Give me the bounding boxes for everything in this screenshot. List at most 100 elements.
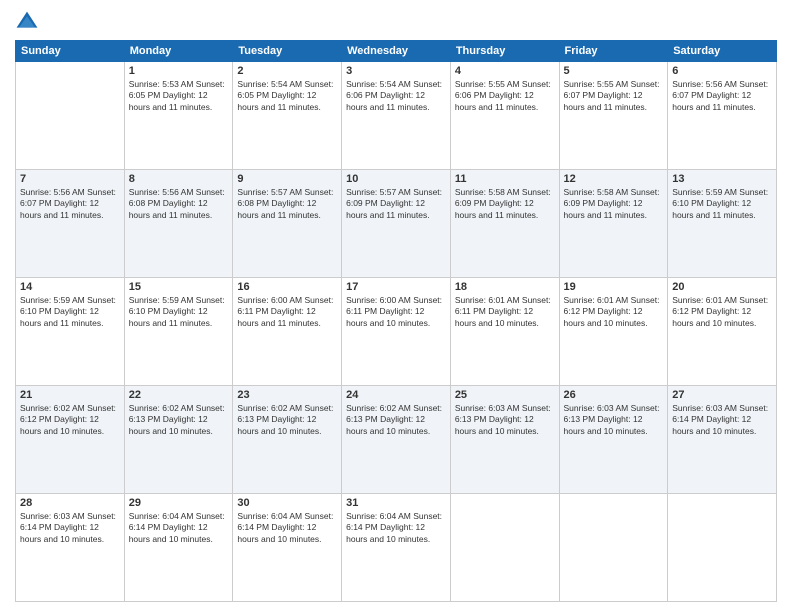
day-number: 4	[455, 65, 555, 77]
calendar-cell: 31 Sunrise: 6:04 AM Sunset: 6:14 PM Dayli…	[342, 494, 451, 602]
weekday-header-saturday: Saturday	[668, 41, 777, 62]
calendar-cell: 25 Sunrise: 6:03 AM Sunset: 6:13 PM Dayli…	[450, 386, 559, 494]
day-info: Sunrise: 6:03 AM Sunset: 6:13 PM Dayligh…	[455, 403, 555, 437]
day-number: 27	[672, 389, 772, 401]
logo-icon	[15, 10, 39, 34]
day-info: Sunrise: 5:53 AM Sunset: 6:05 PM Dayligh…	[129, 79, 229, 113]
calendar-cell: 24 Sunrise: 6:02 AM Sunset: 6:13 PM Dayli…	[342, 386, 451, 494]
day-number: 3	[346, 65, 446, 77]
day-number: 12	[564, 173, 664, 185]
calendar-cell: 12 Sunrise: 5:58 AM Sunset: 6:09 PM Dayli…	[559, 170, 668, 278]
day-info: Sunrise: 5:58 AM Sunset: 6:09 PM Dayligh…	[564, 187, 664, 221]
calendar-cell: 6 Sunrise: 5:56 AM Sunset: 6:07 PM Daylig…	[668, 62, 777, 170]
calendar-cell: 14 Sunrise: 5:59 AM Sunset: 6:10 PM Dayli…	[16, 278, 125, 386]
day-number: 6	[672, 65, 772, 77]
day-info: Sunrise: 5:59 AM Sunset: 6:10 PM Dayligh…	[129, 295, 229, 329]
day-info: Sunrise: 5:56 AM Sunset: 6:08 PM Dayligh…	[129, 187, 229, 221]
weekday-header-row: SundayMondayTuesdayWednesdayThursdayFrid…	[16, 41, 777, 62]
day-number: 16	[237, 281, 337, 293]
day-info: Sunrise: 6:01 AM Sunset: 6:12 PM Dayligh…	[564, 295, 664, 329]
logo	[15, 10, 43, 34]
day-number: 29	[129, 497, 229, 509]
weekday-header-wednesday: Wednesday	[342, 41, 451, 62]
day-info: Sunrise: 5:55 AM Sunset: 6:07 PM Dayligh…	[564, 79, 664, 113]
day-number: 5	[564, 65, 664, 77]
day-info: Sunrise: 5:56 AM Sunset: 6:07 PM Dayligh…	[672, 79, 772, 113]
day-info: Sunrise: 5:56 AM Sunset: 6:07 PM Dayligh…	[20, 187, 120, 221]
day-info: Sunrise: 6:04 AM Sunset: 6:14 PM Dayligh…	[346, 511, 446, 545]
day-info: Sunrise: 6:04 AM Sunset: 6:14 PM Dayligh…	[129, 511, 229, 545]
weekday-header-monday: Monday	[124, 41, 233, 62]
weekday-header-sunday: Sunday	[16, 41, 125, 62]
day-number: 31	[346, 497, 446, 509]
day-number: 8	[129, 173, 229, 185]
day-number: 2	[237, 65, 337, 77]
calendar-cell: 5 Sunrise: 5:55 AM Sunset: 6:07 PM Daylig…	[559, 62, 668, 170]
day-info: Sunrise: 5:58 AM Sunset: 6:09 PM Dayligh…	[455, 187, 555, 221]
day-number: 24	[346, 389, 446, 401]
day-number: 9	[237, 173, 337, 185]
weekday-header-friday: Friday	[559, 41, 668, 62]
day-number: 28	[20, 497, 120, 509]
day-number: 20	[672, 281, 772, 293]
calendar-cell: 7 Sunrise: 5:56 AM Sunset: 6:07 PM Daylig…	[16, 170, 125, 278]
calendar-cell: 20 Sunrise: 6:01 AM Sunset: 6:12 PM Dayli…	[668, 278, 777, 386]
weekday-header-tuesday: Tuesday	[233, 41, 342, 62]
calendar-cell: 28 Sunrise: 6:03 AM Sunset: 6:14 PM Dayli…	[16, 494, 125, 602]
day-number: 21	[20, 389, 120, 401]
day-info: Sunrise: 6:00 AM Sunset: 6:11 PM Dayligh…	[346, 295, 446, 329]
calendar-cell: 15Sunrise: 5:59 AM Sunset: 6:10 PM Dayli…	[124, 278, 233, 386]
calendar-cell	[450, 494, 559, 602]
day-number: 18	[455, 281, 555, 293]
calendar-week-4: 21Sunrise: 6:02 AM Sunset: 6:12 PM Dayli…	[16, 386, 777, 494]
day-info: Sunrise: 6:02 AM Sunset: 6:13 PM Dayligh…	[237, 403, 337, 437]
day-number: 23	[237, 389, 337, 401]
calendar-cell: 13 Sunrise: 5:59 AM Sunset: 6:10 PM Dayli…	[668, 170, 777, 278]
calendar-week-3: 14 Sunrise: 5:59 AM Sunset: 6:10 PM Dayli…	[16, 278, 777, 386]
calendar-cell: 23 Sunrise: 6:02 AM Sunset: 6:13 PM Dayli…	[233, 386, 342, 494]
weekday-header-thursday: Thursday	[450, 41, 559, 62]
header	[15, 10, 777, 34]
day-number: 19	[564, 281, 664, 293]
calendar-cell: 9 Sunrise: 5:57 AM Sunset: 6:08 PM Daylig…	[233, 170, 342, 278]
day-number: 11	[455, 173, 555, 185]
calendar-cell: 27 Sunrise: 6:03 AM Sunset: 6:14 PM Dayli…	[668, 386, 777, 494]
calendar-cell	[16, 62, 125, 170]
day-info: Sunrise: 6:03 AM Sunset: 6:14 PM Dayligh…	[672, 403, 772, 437]
calendar-cell: 11 Sunrise: 5:58 AM Sunset: 6:09 PM Dayli…	[450, 170, 559, 278]
calendar-table: SundayMondayTuesdayWednesdayThursdayFrid…	[15, 40, 777, 602]
day-number: 7	[20, 173, 120, 185]
calendar-cell: 26 Sunrise: 6:03 AM Sunset: 6:13 PM Dayli…	[559, 386, 668, 494]
calendar-cell: 17 Sunrise: 6:00 AM Sunset: 6:11 PM Dayli…	[342, 278, 451, 386]
day-info: Sunrise: 6:01 AM Sunset: 6:12 PM Dayligh…	[672, 295, 772, 329]
day-number: 22	[129, 389, 229, 401]
calendar-cell: 30 Sunrise: 6:04 AM Sunset: 6:14 PM Dayli…	[233, 494, 342, 602]
day-info: Sunrise: 6:02 AM Sunset: 6:13 PM Dayligh…	[346, 403, 446, 437]
day-number: 26	[564, 389, 664, 401]
day-number: 1	[129, 65, 229, 77]
calendar-cell: 1 Sunrise: 5:53 AM Sunset: 6:05 PM Daylig…	[124, 62, 233, 170]
day-info: Sunrise: 5:55 AM Sunset: 6:06 PM Dayligh…	[455, 79, 555, 113]
calendar-cell: 4 Sunrise: 5:55 AM Sunset: 6:06 PM Daylig…	[450, 62, 559, 170]
calendar-cell: 29 Sunrise: 6:04 AM Sunset: 6:14 PM Dayli…	[124, 494, 233, 602]
calendar-cell: 8 Sunrise: 5:56 AM Sunset: 6:08 PM Daylig…	[124, 170, 233, 278]
day-info: Sunrise: 6:03 AM Sunset: 6:13 PM Dayligh…	[564, 403, 664, 437]
day-info: Sunrise: 5:57 AM Sunset: 6:08 PM Dayligh…	[237, 187, 337, 221]
calendar-cell: 3 Sunrise: 5:54 AM Sunset: 6:06 PM Daylig…	[342, 62, 451, 170]
day-info: Sunrise: 5:59 AM Sunset: 6:10 PM Dayligh…	[672, 187, 772, 221]
day-number: 13	[672, 173, 772, 185]
day-info: Sunrise: 5:54 AM Sunset: 6:06 PM Dayligh…	[346, 79, 446, 113]
day-info: Sunrise: 6:01 AM Sunset: 6:11 PM Dayligh…	[455, 295, 555, 329]
day-number: 17	[346, 281, 446, 293]
day-info: Sunrise: 6:00 AM Sunset: 6:11 PM Dayligh…	[237, 295, 337, 329]
calendar-cell: 19 Sunrise: 6:01 AM Sunset: 6:12 PM Dayli…	[559, 278, 668, 386]
day-info: Sunrise: 6:03 AM Sunset: 6:14 PM Dayligh…	[20, 511, 120, 545]
day-info: Sunrise: 5:59 AM Sunset: 6:10 PM Dayligh…	[20, 295, 120, 329]
day-number: 14	[20, 281, 120, 293]
day-number: 30	[237, 497, 337, 509]
day-number: 25	[455, 389, 555, 401]
calendar-cell: 18 Sunrise: 6:01 AM Sunset: 6:11 PM Dayli…	[450, 278, 559, 386]
day-info: Sunrise: 6:02 AM Sunset: 6:13 PM Dayligh…	[129, 403, 229, 437]
day-info: Sunrise: 5:54 AM Sunset: 6:05 PM Dayligh…	[237, 79, 337, 113]
day-info: Sunrise: 6:04 AM Sunset: 6:14 PM Dayligh…	[237, 511, 337, 545]
